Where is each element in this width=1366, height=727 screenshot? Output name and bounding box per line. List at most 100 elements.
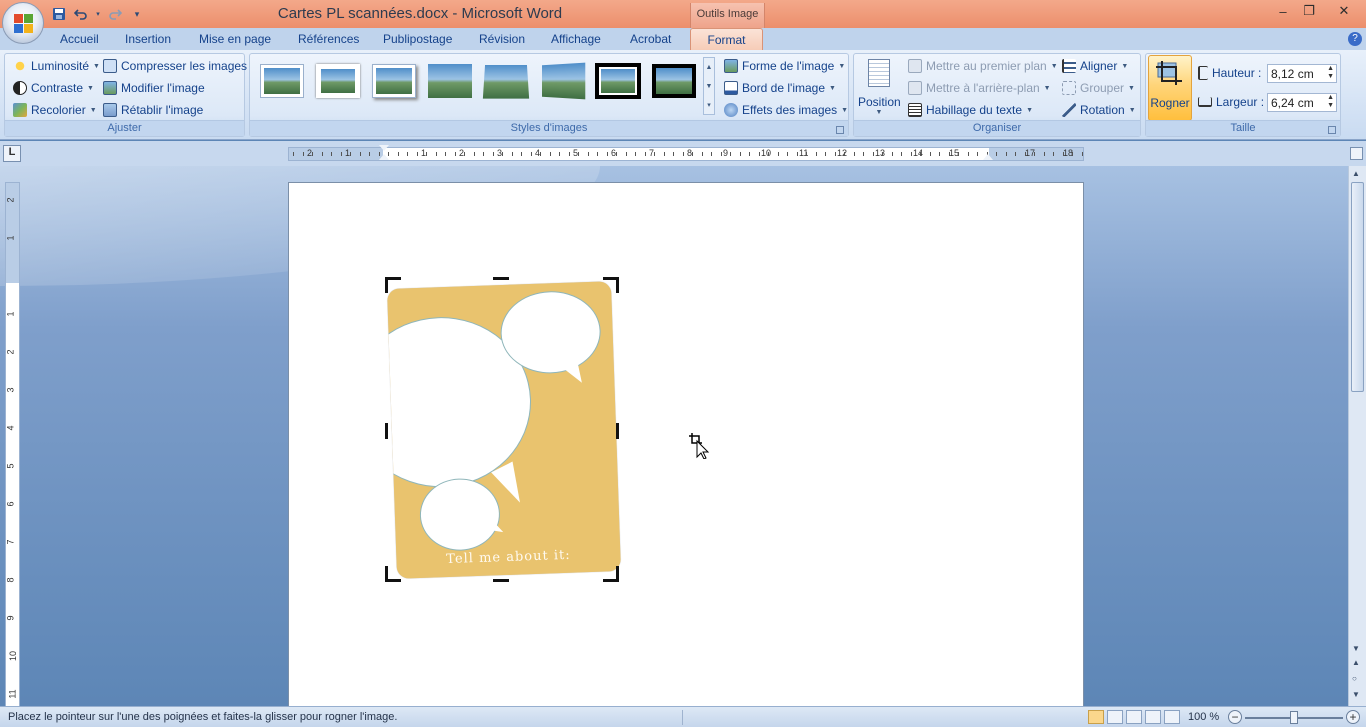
scrollbar-thumb[interactable] [1351, 182, 1364, 392]
scroll-up-icon[interactable]: ▲ [1352, 169, 1360, 178]
office-button[interactable] [2, 2, 44, 44]
browse-object-icon[interactable]: ○ [1352, 674, 1357, 683]
tab-publipostage[interactable]: Publipostage [383, 32, 452, 46]
recolor-icon [13, 103, 27, 117]
previous-page-icon[interactable]: ▲ [1352, 658, 1360, 667]
grouper-button[interactable]: Grouper ▼ [1062, 81, 1135, 95]
habillage-texte-button[interactable]: Habillage du texte ▼ [908, 103, 1033, 117]
dialog-launcher-icon[interactable] [836, 126, 844, 134]
ruler-tick [939, 152, 940, 156]
view-web-layout-icon[interactable] [1126, 710, 1142, 724]
view-page-layout-icon[interactable] [1088, 710, 1104, 724]
position-button[interactable]: Position ▼ [858, 57, 901, 119]
vertical-scrollbar[interactable]: ▲ ▼ ▲ ○ ▼ [1348, 166, 1366, 706]
crop-handle-bottom[interactable] [493, 579, 509, 582]
compress-icon [103, 59, 117, 73]
picture-style-thumb[interactable] [595, 63, 641, 99]
chevron-down-icon: ▼ [841, 106, 849, 114]
minimize-button[interactable]: – [1270, 0, 1296, 22]
next-page-icon[interactable]: ▼ [1352, 690, 1360, 699]
zoom-in-button[interactable]: + [1346, 710, 1360, 724]
picture-style-thumb[interactable] [542, 62, 586, 100]
document-page[interactable]: Tell me about it: [288, 182, 1084, 706]
hauteur-field[interactable]: 8,12 cm ▲ ▼ [1267, 64, 1337, 83]
close-button[interactable]: ✕ [1322, 0, 1366, 22]
styles-gallery-scroll[interactable]: ▲ ▼ ▾ [703, 57, 715, 115]
forme-image-button[interactable]: Forme de l'image ▼ [724, 59, 845, 73]
right-indent-marker-icon[interactable] [983, 154, 993, 160]
picture-style-thumb[interactable] [482, 65, 530, 99]
selected-image[interactable]: Tell me about it: [387, 281, 621, 579]
spinner-icon[interactable]: ▲ ▼ [1327, 94, 1334, 110]
ruler-tick [302, 152, 304, 156]
ruler-tick [1024, 152, 1026, 156]
status-message: Placez le pointeur sur l'une des poignée… [8, 711, 398, 723]
indent-marker-icon[interactable] [379, 154, 389, 160]
picture-style-thumb[interactable] [316, 64, 360, 98]
premier-plan-button[interactable]: Mettre au premier plan ▼ [908, 59, 1058, 73]
ruler-number: 10 [8, 650, 19, 662]
zoom-out-button[interactable]: − [1228, 710, 1242, 724]
crop-handle-right[interactable] [616, 423, 619, 439]
rogner-button[interactable]: Rogner [1148, 55, 1192, 121]
modifier-image-button[interactable]: Modifier l'image [103, 81, 205, 95]
recolorier-button[interactable]: Recolorier ▼ [13, 103, 97, 117]
largeur-field[interactable]: 6,24 cm ▲ ▼ [1267, 93, 1337, 112]
ruler-tick [321, 152, 323, 156]
help-icon[interactable]: ? [1348, 32, 1362, 46]
tab-affichage[interactable]: Affichage [551, 32, 601, 46]
picture-style-thumb[interactable] [260, 64, 304, 98]
arriere-plan-button[interactable]: Mettre à l'arrière-plan ▼ [908, 81, 1051, 95]
picture-style-thumb[interactable] [652, 64, 696, 98]
tab-format[interactable]: Format [690, 28, 763, 51]
zoom-level[interactable]: 100 % [1188, 711, 1219, 723]
view-outline-icon[interactable] [1145, 710, 1161, 724]
text-wrapping-icon [908, 103, 922, 117]
ruler-number: 14 [913, 148, 924, 158]
tab-acrobat[interactable]: Acrobat [630, 32, 671, 46]
crop-handle-left[interactable] [385, 423, 388, 439]
ruler-tick [863, 152, 864, 156]
view-draft-icon[interactable] [1164, 710, 1180, 724]
ruler-tick [910, 152, 912, 156]
ruler-tick [597, 152, 598, 156]
picture-style-thumb[interactable] [428, 64, 472, 98]
chevron-down-icon: ▼ [1121, 62, 1129, 70]
tab-accueil[interactable]: Accueil [60, 32, 99, 46]
scroll-down-icon[interactable]: ▼ [1352, 644, 1360, 653]
view-ruler-icon[interactable] [1350, 147, 1363, 160]
vertical-ruler[interactable]: 2 1 1 2 3 4 5 6 7 8 9 10 11 [5, 182, 20, 706]
ruler-tick [445, 152, 446, 156]
ruler-tick [578, 152, 579, 156]
ruler-tick [568, 152, 570, 156]
compresser-images-button[interactable]: Compresser les images [103, 59, 247, 73]
tab-selector[interactable]: L [3, 145, 21, 162]
zoom-slider-thumb[interactable] [1290, 711, 1298, 724]
aligner-button[interactable]: Aligner ▼ [1062, 59, 1128, 73]
ruler-number: 5 [5, 463, 16, 469]
chevron-down-icon: ▼ [1043, 84, 1051, 92]
tab-references[interactable]: Références [298, 32, 359, 46]
ruler-row: L 2 1 1 2 3 4 5 6 7 8 9 10 11 12 13 14 15 17 18 [0, 141, 1366, 166]
group-ajuster: Luminosité ▼ Contraste ▼ Recolorier ▼ Compr… [4, 53, 247, 137]
horizontal-ruler[interactable]: 2 1 1 2 3 4 5 6 7 8 9 10 11 12 13 14 15 17 18 [288, 145, 1084, 161]
restore-button[interactable]: ❐ [1296, 0, 1322, 22]
effets-images-button[interactable]: Effets des images ▼ [724, 103, 848, 117]
ruler-tick [1043, 152, 1045, 156]
indent-marker-icon[interactable] [379, 145, 389, 151]
tab-insertion[interactable]: Insertion [125, 32, 171, 46]
chevron-down-icon: ▼ [1050, 62, 1058, 70]
rotation-button[interactable]: Rotation ▼ [1062, 103, 1136, 117]
contraste-button[interactable]: Contraste ▼ [13, 81, 94, 95]
tab-mise-en-page[interactable]: Mise en page [199, 32, 271, 46]
retablir-image-button[interactable]: Rétablir l'image [103, 103, 203, 117]
picture-style-thumb[interactable] [372, 64, 416, 98]
bord-image-button[interactable]: Bord de l'image ▼ [724, 81, 836, 95]
crop-handle-top[interactable] [493, 277, 509, 280]
view-full-screen-reading-icon[interactable] [1107, 710, 1123, 724]
spinner-icon[interactable]: ▲ ▼ [1327, 65, 1334, 81]
tab-revision[interactable]: Révision [479, 32, 525, 46]
dialog-launcher-icon[interactable] [1328, 126, 1336, 134]
luminosite-button[interactable]: Luminosité ▼ [13, 59, 100, 73]
ruler-tick [654, 152, 655, 156]
